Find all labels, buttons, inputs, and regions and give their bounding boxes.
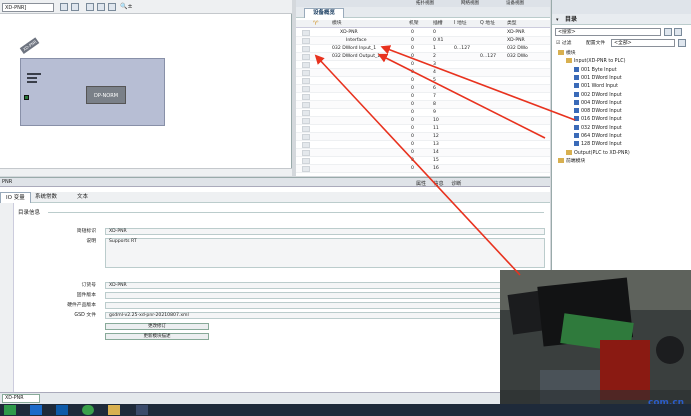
arrow-gsd	[314, 54, 521, 276]
arrow-output	[377, 53, 546, 139]
annotation-arrows	[314, 45, 576, 276]
arrow-input	[380, 45, 576, 121]
